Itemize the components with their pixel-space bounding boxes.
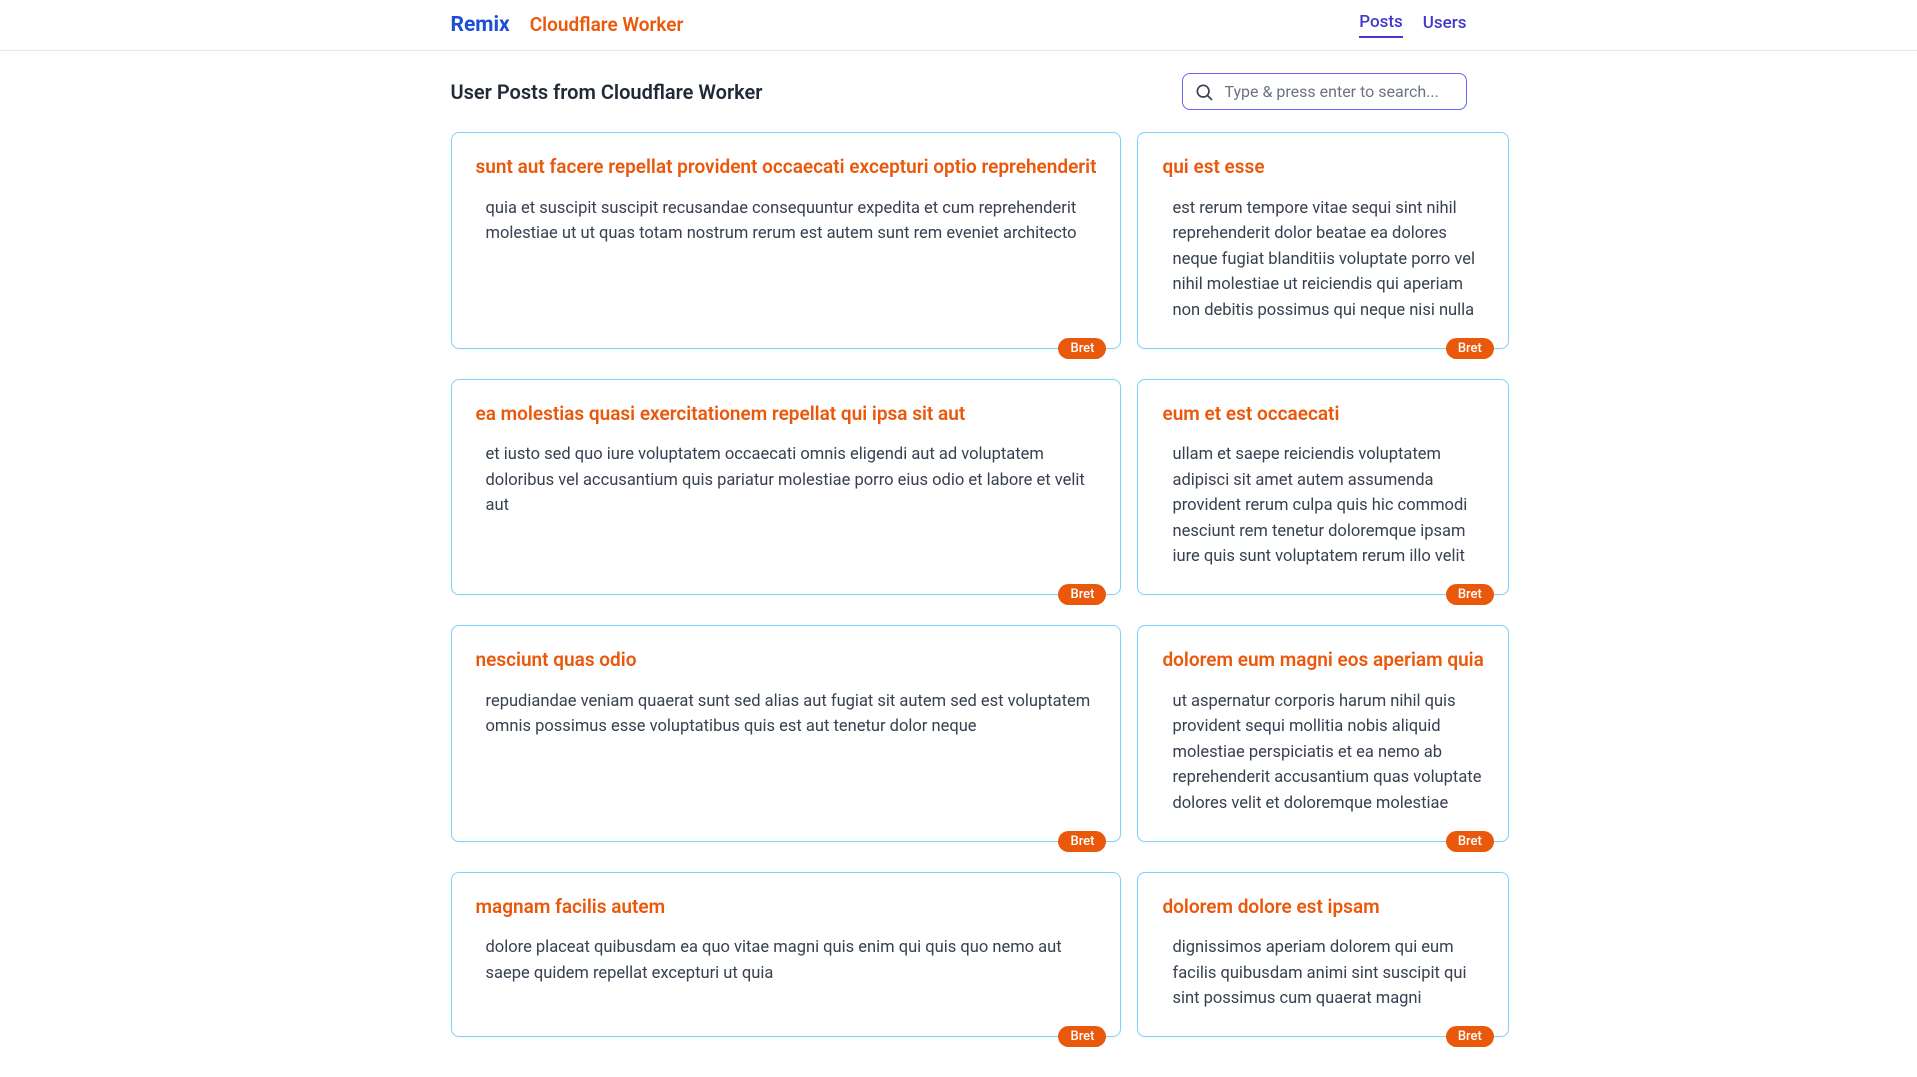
post-body: quia et suscipit suscipit recusandae con… xyxy=(476,196,1097,247)
app-header: Remix Cloudflare Worker Posts Users xyxy=(0,0,1917,51)
post-card[interactable]: eum et est occaecati ullam et saepe reici… xyxy=(1137,379,1508,596)
post-body: et iusto sed quo iure voluptatem occaeca… xyxy=(476,442,1097,519)
main-content: User Posts from Cloudflare Worker sunt a… xyxy=(451,73,1467,1077)
author-badge[interactable]: Bret xyxy=(1058,831,1106,852)
post-card[interactable]: sunt aut facere repellat provident occae… xyxy=(451,132,1122,349)
post-card[interactable]: dolorem dolore est ipsam dignissimos aper… xyxy=(1137,872,1508,1037)
post-card[interactable]: dolorem eum magni eos aperiam quia ut asp… xyxy=(1137,625,1508,842)
post-body: repudiandae veniam quaerat sunt sed alia… xyxy=(476,689,1097,740)
brand: Remix Cloudflare Worker xyxy=(451,13,684,37)
brand-remix-link[interactable]: Remix xyxy=(451,13,510,37)
page-title: User Posts from Cloudflare Worker xyxy=(451,80,763,104)
author-badge[interactable]: Bret xyxy=(1446,584,1494,605)
author-badge[interactable]: Bret xyxy=(1058,584,1106,605)
post-card[interactable]: nesciunt quas odio repudiandae veniam qua… xyxy=(451,625,1122,842)
post-title: ea molestias quasi exercitationem repell… xyxy=(476,402,1097,427)
posts-grid: sunt aut facere repellat provident occae… xyxy=(451,132,1467,1077)
post-body: ut aspernatur corporis harum nihil quis … xyxy=(1162,689,1483,817)
author-badge[interactable]: Bret xyxy=(1446,831,1494,852)
post-title: nesciunt quas odio xyxy=(476,648,1097,673)
author-badge[interactable]: Bret xyxy=(1058,338,1106,359)
page-top-row: User Posts from Cloudflare Worker xyxy=(451,73,1467,110)
post-body: est rerum tempore vitae sequi sint nihil… xyxy=(1162,196,1483,324)
author-badge[interactable]: Bret xyxy=(1446,1026,1494,1047)
post-body: dolore placeat quibusdam ea quo vitae ma… xyxy=(476,935,1097,986)
post-body: ullam et saepe reiciendis voluptatem adi… xyxy=(1162,442,1483,570)
nav-users[interactable]: Users xyxy=(1423,13,1467,37)
post-title: sunt aut facere repellat provident occae… xyxy=(476,155,1097,180)
search-wrap xyxy=(1182,73,1467,110)
author-badge[interactable]: Bret xyxy=(1446,338,1494,359)
post-title: dolorem eum magni eos aperiam quia xyxy=(1162,648,1483,673)
main-nav: Posts Users xyxy=(1359,12,1466,38)
post-card[interactable]: ea molestias quasi exercitationem repell… xyxy=(451,379,1122,596)
post-title: qui est esse xyxy=(1162,155,1483,180)
post-title: dolorem dolore est ipsam xyxy=(1162,895,1483,920)
post-card[interactable]: magnam facilis autem dolore placeat quibu… xyxy=(451,872,1122,1037)
nav-posts[interactable]: Posts xyxy=(1359,12,1403,38)
post-title: eum et est occaecati xyxy=(1162,402,1483,427)
author-badge[interactable]: Bret xyxy=(1058,1026,1106,1047)
search-input[interactable] xyxy=(1182,73,1467,110)
post-card[interactable]: qui est esse est rerum tempore vitae sequ… xyxy=(1137,132,1508,349)
brand-subtitle: Cloudflare Worker xyxy=(530,13,684,36)
post-body: dignissimos aperiam dolorem qui eum faci… xyxy=(1162,935,1483,1012)
post-title: magnam facilis autem xyxy=(476,895,1097,920)
